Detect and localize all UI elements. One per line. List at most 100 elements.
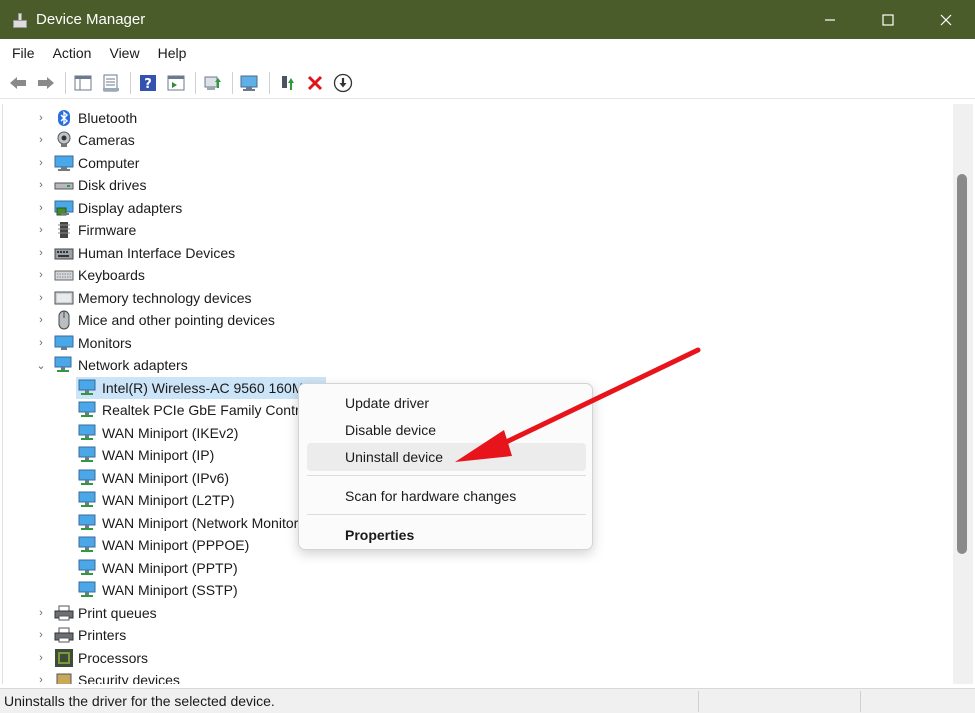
- menu-help[interactable]: Help: [149, 39, 196, 67]
- tree-category-firmware[interactable]: › Firmware: [3, 219, 136, 241]
- tree-category-printers[interactable]: › Printers: [3, 624, 126, 646]
- tree-category-label: Bluetooth: [78, 110, 138, 126]
- network-adapter-icon: [54, 356, 74, 374]
- show-hide-console-tree-icon: [74, 75, 92, 90]
- tree-category-computer[interactable]: › Computer: [3, 152, 139, 174]
- enable-device-button[interactable]: [274, 70, 300, 96]
- device-manager-app-icon: [11, 11, 29, 29]
- status-bar: Uninstalls the driver for the selected d…: [0, 688, 975, 713]
- scan-hardware-icon: [240, 75, 258, 91]
- vertical-scrollbar[interactable]: [953, 104, 973, 684]
- chevron-right-icon[interactable]: ›: [36, 669, 46, 684]
- chevron-right-icon[interactable]: ›: [36, 219, 46, 241]
- tree-device-wan-sstp[interactable]: WAN Miniport (SSTP): [78, 579, 238, 601]
- back-button[interactable]: [5, 70, 31, 96]
- maximize-button[interactable]: [859, 0, 917, 39]
- minimize-button[interactable]: [801, 0, 859, 39]
- status-separator: [860, 691, 861, 712]
- chevron-right-icon[interactable]: ›: [36, 152, 46, 174]
- tree-category-processors[interactable]: › Processors: [3, 647, 148, 669]
- chevron-right-icon[interactable]: ›: [36, 647, 46, 669]
- chevron-down-icon[interactable]: ⌄: [36, 354, 46, 376]
- toolbar-separator: [269, 71, 270, 94]
- chevron-right-icon[interactable]: ›: [36, 107, 46, 129]
- tree-device-wan-ip[interactable]: WAN Miniport (IP): [78, 444, 214, 466]
- chevron-right-icon[interactable]: ›: [36, 332, 46, 354]
- tree-device-wan-l2tp[interactable]: WAN Miniport (L2TP): [78, 489, 235, 511]
- properties-icon: [103, 74, 119, 91]
- toolbar-separator: [65, 71, 66, 94]
- tree-category-monitors[interactable]: › Monitors: [3, 332, 132, 354]
- chevron-right-icon[interactable]: ›: [36, 287, 46, 309]
- menu-view[interactable]: View: [100, 39, 148, 67]
- context-menu-properties[interactable]: Properties: [307, 521, 586, 549]
- context-menu-scan-hardware[interactable]: Scan for hardware changes: [307, 482, 586, 510]
- uninstall-device-button[interactable]: [302, 70, 328, 96]
- context-menu-uninstall-device[interactable]: Uninstall device: [307, 443, 586, 471]
- tree-device-wan-pptp[interactable]: WAN Miniport (PPTP): [78, 557, 238, 579]
- processor-icon: [54, 649, 74, 667]
- update-driver-icon: [204, 76, 221, 90]
- context-menu-update-driver[interactable]: Update driver: [307, 389, 586, 417]
- chevron-right-icon[interactable]: ›: [36, 242, 46, 264]
- tree-device-wan-ikev2[interactable]: WAN Miniport (IKEv2): [78, 422, 238, 444]
- tree-category-print-queues[interactable]: › Print queues: [3, 602, 156, 624]
- computer-icon: [54, 154, 74, 172]
- tree-category-display-adapters[interactable]: › Display adapters: [3, 197, 182, 219]
- bluetooth-icon: [54, 109, 74, 127]
- tree-device-wan-ipv6[interactable]: WAN Miniport (IPv6): [78, 467, 229, 489]
- tree-category-keyboards[interactable]: › Keyboards: [3, 264, 145, 286]
- tree-category-cameras[interactable]: › Cameras: [3, 129, 135, 151]
- help-button[interactable]: ?: [135, 70, 161, 96]
- tree-category-label: Cameras: [78, 132, 135, 148]
- tree-category-network-adapters[interactable]: ⌄ Network adapters: [3, 354, 188, 376]
- forward-button[interactable]: [33, 70, 59, 96]
- status-text: Uninstalls the driver for the selected d…: [4, 693, 275, 709]
- chevron-right-icon[interactable]: ›: [36, 197, 46, 219]
- network-adapter-icon: [78, 514, 98, 532]
- print-queue-icon: [54, 604, 74, 622]
- window-title: Device Manager: [36, 11, 146, 28]
- tree-category-security-devices[interactable]: › Security devices: [3, 669, 180, 684]
- back-arrow-icon: [10, 76, 26, 89]
- chevron-right-icon[interactable]: ›: [36, 309, 46, 331]
- tree-category-mice[interactable]: › Mice and other pointing devices: [3, 309, 275, 331]
- menu-file[interactable]: File: [3, 39, 44, 67]
- scan-hardware-button[interactable]: [237, 70, 263, 96]
- tree-category-label: Network adapters: [78, 357, 188, 373]
- network-adapter-icon: [78, 536, 98, 554]
- tree-device-label: WAN Miniport (SSTP): [102, 582, 238, 598]
- forward-arrow-icon: [38, 76, 54, 89]
- tree-device-label: WAN Miniport (PPPOE): [102, 537, 250, 553]
- tree-device-label: WAN Miniport (PPTP): [102, 560, 238, 576]
- tree-category-label: Disk drives: [78, 177, 147, 193]
- tree-device-realtek[interactable]: Realtek PCIe GbE Family Controller: [78, 399, 326, 421]
- action-pane-button[interactable]: [163, 70, 189, 96]
- tree-device-label: WAN Miniport (IKEv2): [102, 425, 239, 441]
- tree-device-wan-network-monitor[interactable]: WAN Miniport (Network Monitor): [78, 512, 303, 534]
- tree-category-hid[interactable]: › Human Interface Devices: [3, 242, 235, 264]
- tree-device-wan-pppoe[interactable]: WAN Miniport (PPPOE): [78, 534, 249, 556]
- minimize-icon: [825, 18, 835, 21]
- scrollbar-thumb[interactable]: [957, 174, 967, 554]
- chevron-right-icon[interactable]: ›: [36, 129, 46, 151]
- keyboard-icon: [54, 266, 74, 284]
- menu-action[interactable]: Action: [44, 39, 101, 67]
- tree-category-memory-technology[interactable]: › Memory technology devices: [3, 287, 252, 309]
- properties-button[interactable]: [98, 70, 124, 96]
- tree-category-label: Display adapters: [78, 200, 183, 216]
- show-hide-console-tree-button[interactable]: [70, 70, 96, 96]
- disable-device-button[interactable]: [330, 70, 356, 96]
- chevron-right-icon[interactable]: ›: [36, 602, 46, 624]
- update-driver-button[interactable]: [200, 70, 226, 96]
- tree-category-label: Memory technology devices: [78, 290, 252, 306]
- tree-category-bluetooth[interactable]: › Bluetooth: [3, 107, 137, 129]
- tree-category-label: Computer: [78, 155, 140, 171]
- chevron-right-icon[interactable]: ›: [36, 624, 46, 646]
- close-button[interactable]: [917, 0, 975, 39]
- tree-category-disk-drives[interactable]: › Disk drives: [3, 174, 146, 196]
- context-menu-disable-device[interactable]: Disable device: [307, 416, 586, 444]
- tree-device-intel-wireless[interactable]: Intel(R) Wireless-AC 9560 160MHz: [76, 377, 326, 399]
- chevron-right-icon[interactable]: ›: [36, 264, 46, 286]
- chevron-right-icon[interactable]: ›: [36, 174, 46, 196]
